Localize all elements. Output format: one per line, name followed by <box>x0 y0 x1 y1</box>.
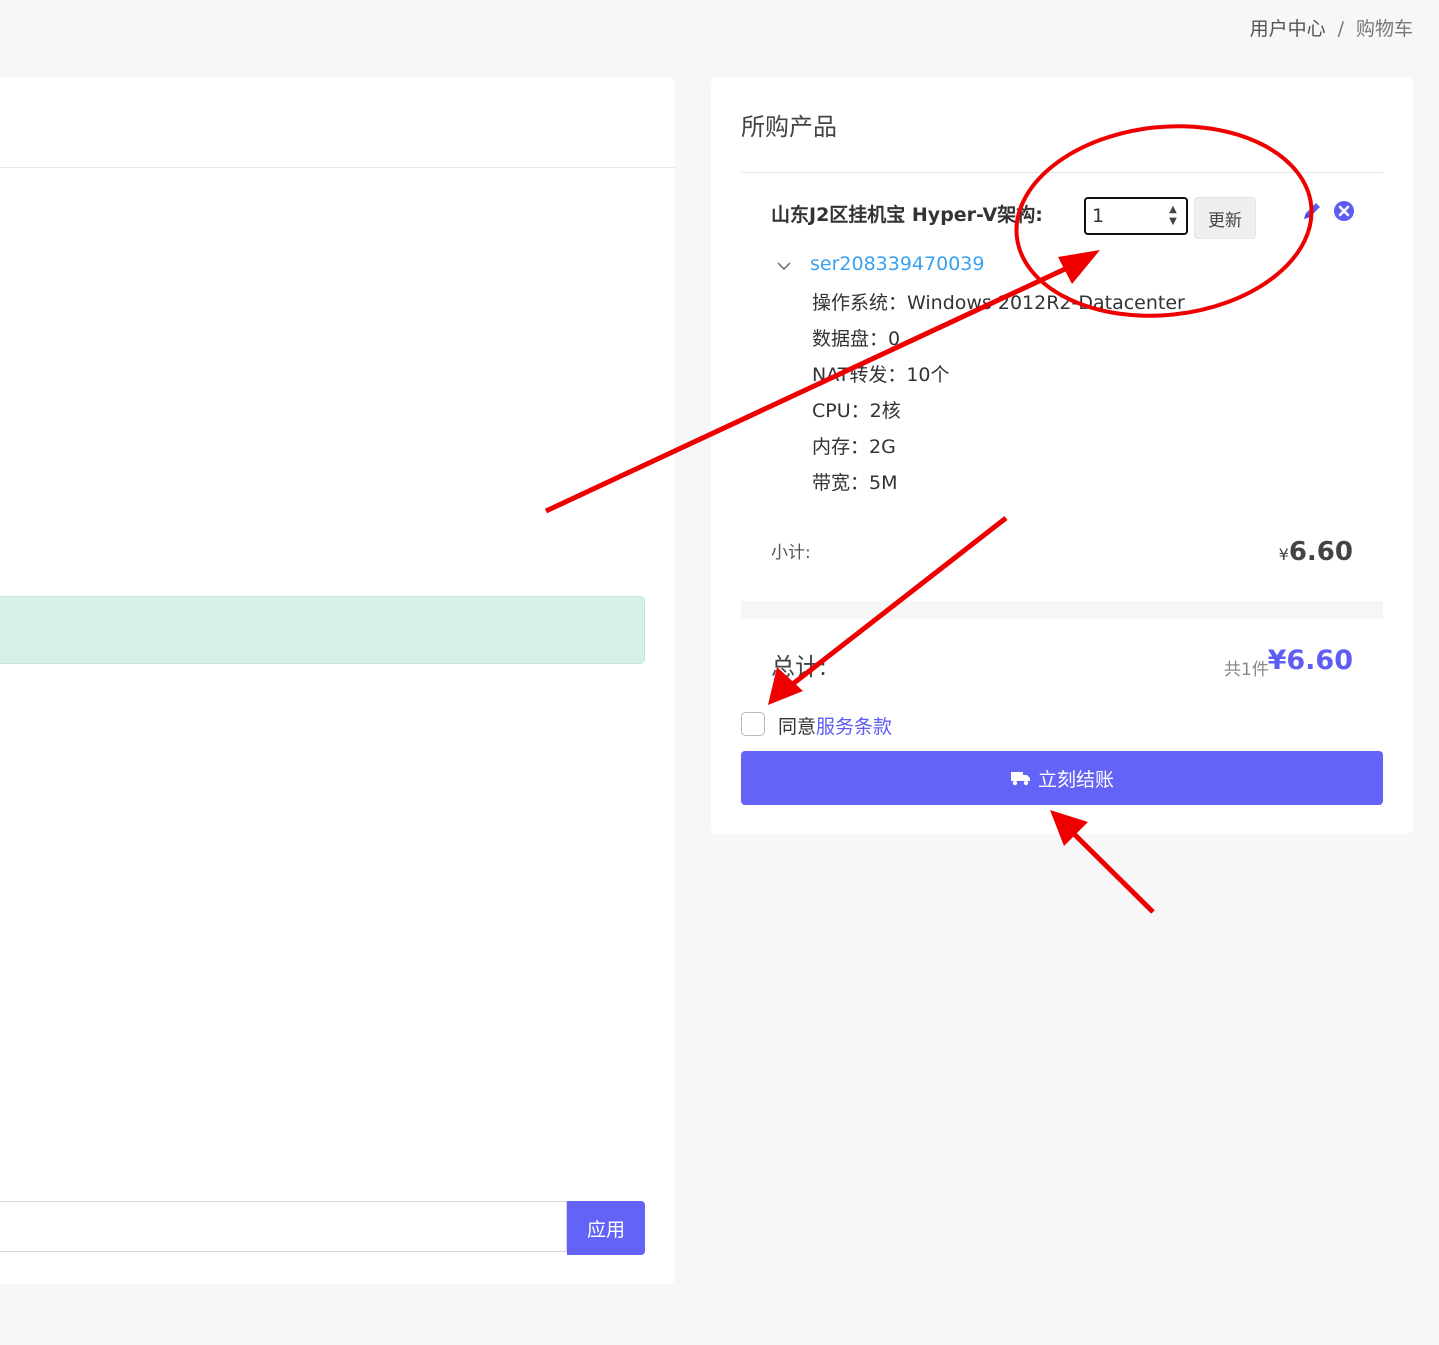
service-id-link[interactable]: ser208339470039 <box>810 253 984 275</box>
truck-icon <box>1010 772 1030 786</box>
total-count: 共1件 <box>1224 660 1269 680</box>
breadcrumb-separator: / <box>1337 18 1344 40</box>
update-quantity-button[interactable]: 更新 <box>1194 197 1256 239</box>
spec-bandwidth: 带宽：5M <box>812 472 898 494</box>
terms-agreement: 同意服务条款 <box>778 712 892 739</box>
spec-nat: NAT转发：10个 <box>812 364 950 386</box>
spec-memory: 内存：2G <box>812 436 896 458</box>
subtotal-amount: ¥6.60 <box>1279 537 1353 567</box>
quantity-value: 1 <box>1092 205 1105 227</box>
checkout-label: 立刻结账 <box>1037 768 1114 791</box>
spinner-arrows-icon[interactable]: ▲ ▼ <box>1166 204 1180 228</box>
terms-checkbox[interactable] <box>741 712 765 736</box>
breadcrumb-home[interactable]: 用户中心 <box>1250 18 1326 40</box>
panel-divider <box>0 167 675 168</box>
apply-promo-button[interactable]: 应用 <box>567 1201 645 1255</box>
promo-code-input[interactable] <box>0 1201 567 1252</box>
quantity-stepper[interactable]: 1 ▲ ▼ <box>1084 197 1188 235</box>
spec-cpu: CPU：2核 <box>812 400 901 422</box>
total-label: 总计: <box>771 653 828 681</box>
subtotal-label: 小计: <box>771 543 811 563</box>
close-circle-icon[interactable] <box>1332 199 1356 223</box>
product-name: 山东J2区挂机宝 Hyper-V架构: <box>771 204 1043 226</box>
cart-summary-panel: 所购产品 山东J2区挂机宝 Hyper-V架构: 1 ▲ ▼ 更新 ser2083… <box>711 77 1413 834</box>
success-alert <box>0 596 645 664</box>
terms-prefix: 同意 <box>778 716 817 738</box>
checkout-form-panel: 应用 <box>0 77 675 1284</box>
total-amount: ¥6.60 <box>1267 645 1353 676</box>
cart-divider <box>741 172 1383 173</box>
breadcrumb: 用户中心 / 购物车 <box>1250 14 1413 41</box>
spec-data-disk: 数据盘：0 <box>812 328 901 350</box>
chevron-down-icon[interactable] <box>775 257 793 275</box>
subtotal-number: 6.60 <box>1288 537 1353 567</box>
pencil-icon[interactable] <box>1300 199 1324 223</box>
terms-of-service-link[interactable]: 服务条款 <box>816 716 892 738</box>
cart-title: 所购产品 <box>741 113 837 141</box>
spec-os: 操作系统：Windows 2012R2-Datacenter <box>812 292 1185 314</box>
section-separator <box>741 601 1383 619</box>
breadcrumb-current: 购物车 <box>1355 18 1413 40</box>
subtotal-currency: ¥ <box>1278 545 1289 564</box>
checkout-button[interactable]: 立刻结账 <box>741 751 1383 805</box>
